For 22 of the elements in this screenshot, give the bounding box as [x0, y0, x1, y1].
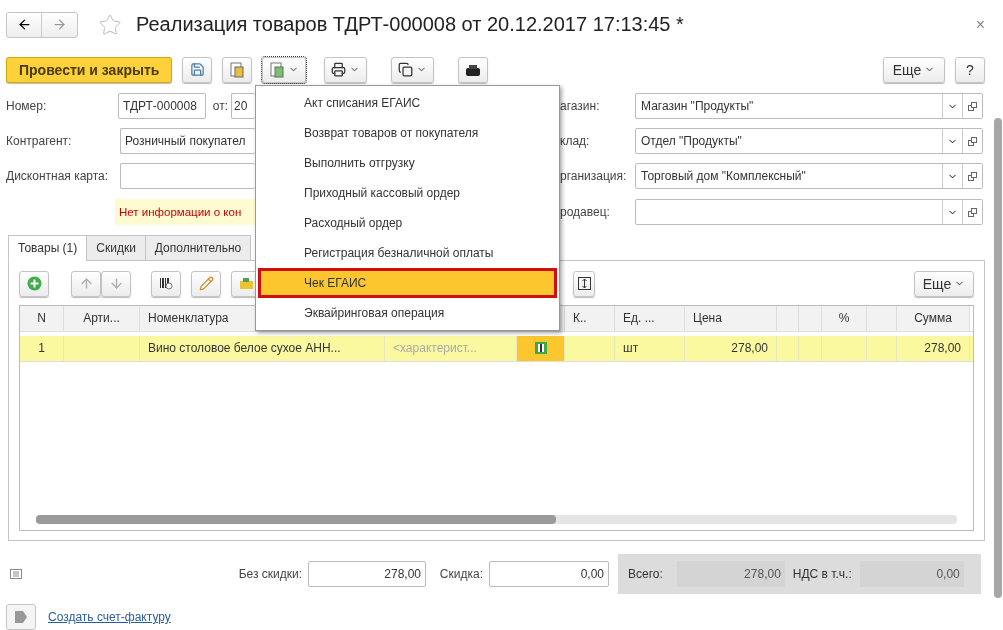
table-cell: 1 [38, 341, 45, 356]
field-label: НДС в т.ч.: [792, 566, 852, 581]
table-cell: 278,00 [731, 341, 768, 356]
window-title: Реализация товаров ТДРТ-000008 от 20.12.2017 17:13:45 * [136, 13, 684, 37]
field-label: Номер: [6, 99, 48, 114]
field-label: рганизация: [560, 169, 628, 184]
field-label: Контрагент: [6, 134, 73, 149]
field-label: Без скидки: [237, 566, 303, 581]
warning-message: Нет информации о кон [115, 199, 255, 226]
table-cell: <характерист... [393, 341, 477, 356]
field-label: агазин: [560, 99, 601, 114]
field-label: родавец: [560, 205, 611, 220]
field-label: Всего: [628, 566, 663, 581]
total-value: 278,00 [676, 560, 785, 587]
field-label: от: [211, 99, 228, 114]
field-label: Скидка: [438, 566, 484, 581]
table-cell: 278,00 [924, 341, 961, 356]
field-label: Дисконтная карта: [6, 169, 110, 184]
vat-value: 0,00 [859, 560, 964, 587]
field-label: клад: [560, 134, 591, 149]
table-cell: Вино столовое белое сухое АНН... [148, 341, 341, 356]
table-cell: шт [623, 341, 639, 356]
